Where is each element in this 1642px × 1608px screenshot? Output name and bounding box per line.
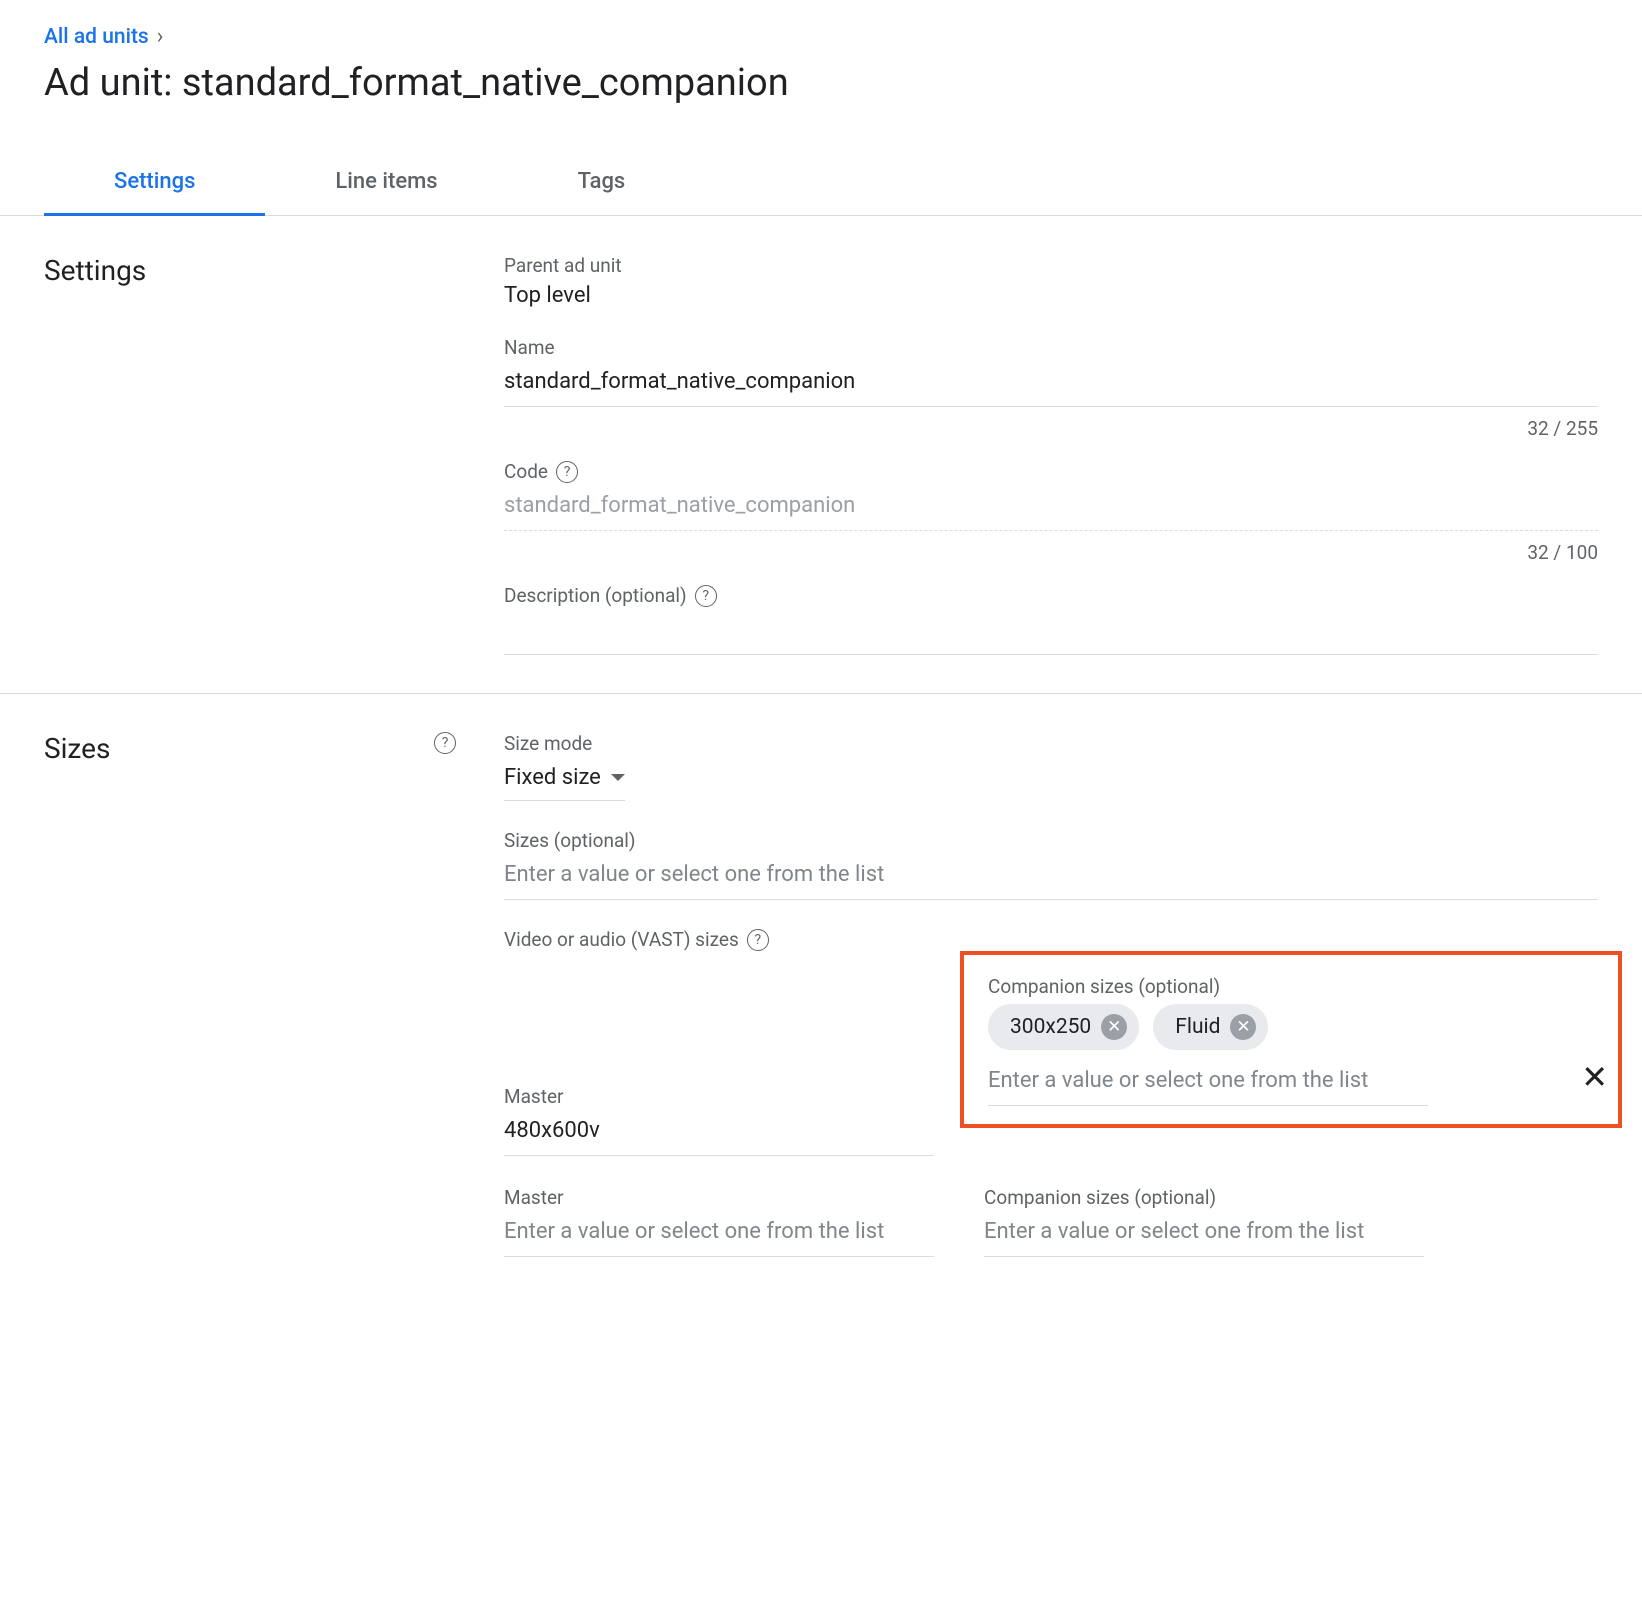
master-input-2[interactable] — [504, 1215, 934, 1257]
size-mode-dropdown[interactable]: Fixed size — [504, 761, 625, 801]
help-icon[interactable]: ? — [556, 461, 578, 483]
chip-remove-icon[interactable]: ✕ — [1101, 1014, 1127, 1040]
sizes-label: Sizes (optional) — [504, 829, 1598, 852]
companion-sizes-input-2[interactable] — [984, 1215, 1424, 1257]
companion-sizes-input[interactable] — [988, 1064, 1428, 1106]
close-icon[interactable]: ✕ — [1581, 1061, 1608, 1093]
chevron-down-icon — [611, 774, 625, 781]
name-input[interactable] — [504, 365, 1598, 407]
code-char-count: 32 / 100 — [504, 541, 1598, 564]
breadcrumb: All ad units › — [44, 24, 1598, 49]
master-label-2: Master — [504, 1186, 934, 1209]
name-label: Name — [504, 336, 1598, 359]
companion-chip: 300x250 ✕ — [988, 1004, 1139, 1050]
code-input — [504, 489, 1598, 531]
tabs: Settings Line items Tags — [0, 149, 1642, 216]
companion-chip: Fluid ✕ — [1153, 1004, 1268, 1050]
master-label: Master — [504, 1085, 934, 1108]
companion-sizes-label-2: Companion sizes (optional) — [984, 1186, 1598, 1209]
chip-label: 300x250 — [1010, 1015, 1091, 1039]
section-title-sizes: Sizes — [44, 732, 418, 765]
parent-ad-unit-label: Parent ad unit — [504, 254, 1598, 277]
section-title-settings: Settings — [44, 254, 504, 287]
chip-label: Fluid — [1175, 1015, 1220, 1039]
page-title: Ad unit: standard_format_native_companio… — [44, 61, 1598, 105]
companion-sizes-label: Companion sizes (optional) — [988, 975, 1594, 998]
help-icon[interactable]: ? — [434, 732, 456, 754]
tab-line-items[interactable]: Line items — [265, 150, 507, 216]
parent-ad-unit-value: Top level — [504, 283, 1598, 308]
companion-highlight: Companion sizes (optional) 300x250✕Fluid… — [960, 951, 1622, 1128]
chevron-right-icon: › — [157, 24, 164, 49]
breadcrumb-all-ad-units[interactable]: All ad units — [44, 25, 149, 49]
tab-tags[interactable]: Tags — [508, 150, 696, 216]
chip-remove-icon[interactable]: ✕ — [1230, 1014, 1256, 1040]
help-icon[interactable]: ? — [695, 585, 717, 607]
vast-sizes-label: Video or audio (VAST) sizes ? — [504, 928, 1598, 951]
section-settings: Settings Parent ad unit Top level Name 3… — [0, 216, 1642, 694]
section-sizes: Sizes ? Size mode Fixed size Sizes (opti… — [0, 694, 1642, 1295]
tab-settings[interactable]: Settings — [44, 150, 265, 216]
help-icon[interactable]: ? — [747, 929, 769, 951]
name-char-count: 32 / 255 — [504, 417, 1598, 440]
sizes-input[interactable] — [504, 858, 1598, 900]
companion-chips: 300x250 ✕ Fluid ✕ — [988, 1004, 1594, 1050]
description-label: Description (optional) ? — [504, 584, 1598, 607]
master-input[interactable] — [504, 1114, 934, 1156]
code-label: Code ? — [504, 460, 1598, 483]
description-input[interactable] — [504, 613, 1598, 655]
size-mode-label: Size mode — [504, 732, 1598, 755]
